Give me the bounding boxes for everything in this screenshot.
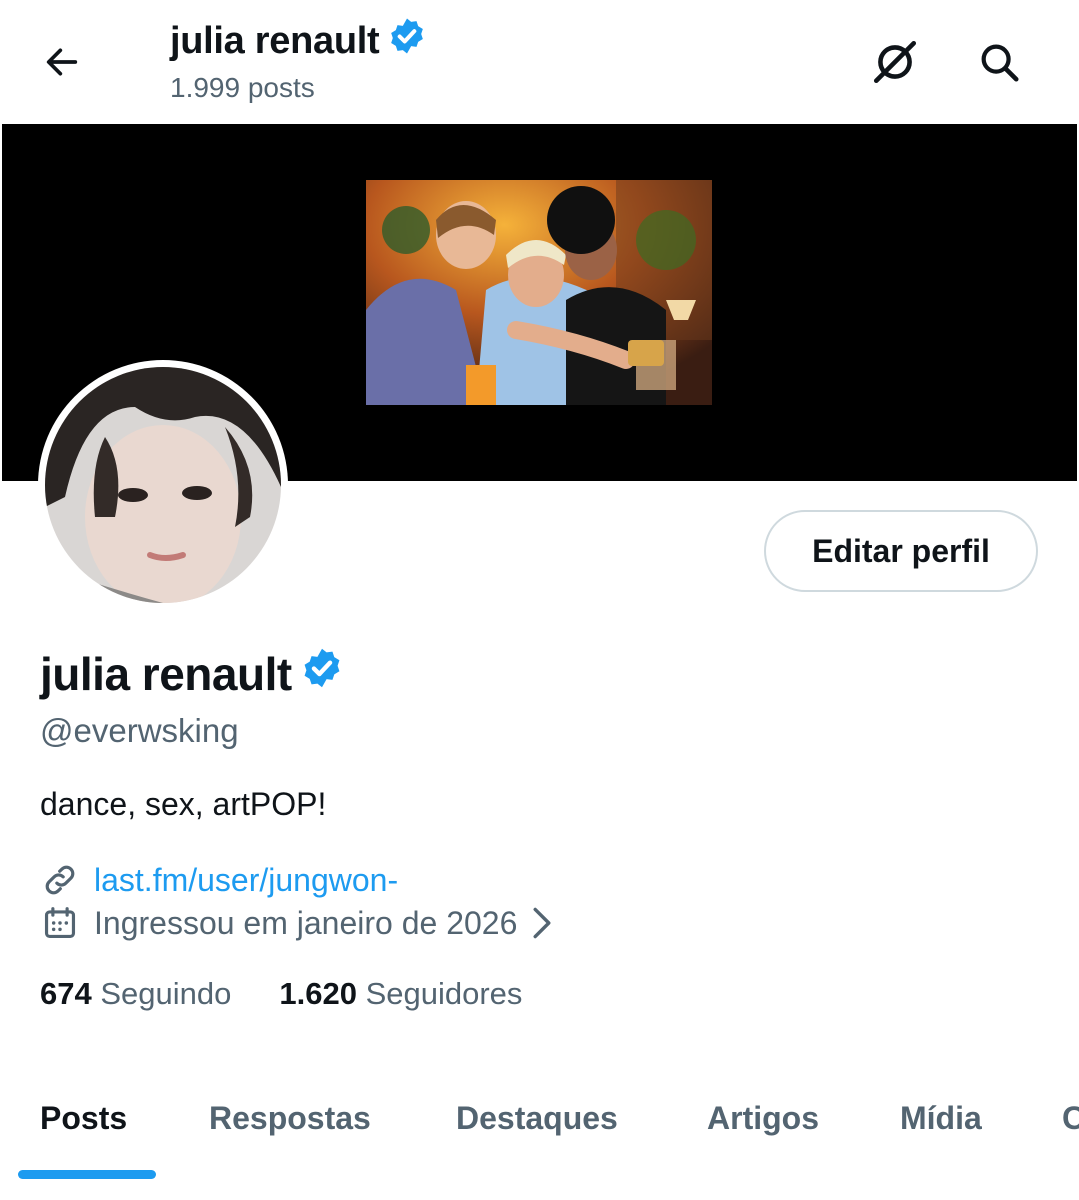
tab-partial[interactable]: C [1062,1100,1079,1137]
post-count: 1.999 posts [170,72,315,103]
header-title: julia renault [170,16,427,66]
profile-name-row: julia renault [40,646,344,701]
tab-artigos[interactable]: Artigos [707,1100,819,1137]
tab-midia[interactable]: Mídia [900,1100,982,1137]
verified-badge-icon[interactable] [387,16,427,66]
following-label: Seguindo [100,976,232,1011]
tab-posts[interactable]: Posts [40,1100,127,1137]
followers-label: Seguidores [365,976,523,1011]
followers-stat[interactable]: 1.620 Seguidores [279,976,522,1012]
tab-destaques[interactable]: Destaques [456,1100,618,1137]
profile-link-row[interactable]: last.fm/user/jungwon- [40,860,398,900]
profile-bio: dance, sex, artPOP! [40,786,327,822]
joined-row[interactable]: Ingressou em janeiro de 2026 [40,903,555,943]
back-arrow-icon[interactable] [36,36,88,88]
following-stat[interactable]: 674 Seguindo [40,976,231,1012]
profile-handle: @everwsking [40,712,239,749]
banner-photo [366,180,712,405]
header-name: julia renault [170,19,380,62]
profile-name: julia renault [40,647,292,700]
search-icon[interactable] [970,36,1028,88]
tab-respostas[interactable]: Respostas [209,1100,371,1137]
active-tab-indicator [18,1170,156,1179]
top-bar: julia renault 1.999 posts [0,0,1079,122]
edit-profile-button[interactable]: Editar perfil [764,510,1038,592]
calendar-icon [40,903,80,943]
chevron-right-icon [529,906,555,940]
profile-link[interactable]: last.fm/user/jungwon- [94,862,398,899]
joined-text: Ingressou em janeiro de 2026 [94,904,518,941]
avatar[interactable] [45,367,281,603]
grok-icon[interactable] [866,36,924,88]
follow-stats: 674 Seguindo 1.620 Seguidores [40,976,570,1012]
profile-verified-icon[interactable] [300,646,344,701]
profile-tabs: Posts Respostas Destaques Artigos Mídia … [0,1090,1079,1200]
followers-count: 1.620 [279,976,357,1011]
following-count: 674 [40,976,92,1011]
link-icon [40,860,80,900]
